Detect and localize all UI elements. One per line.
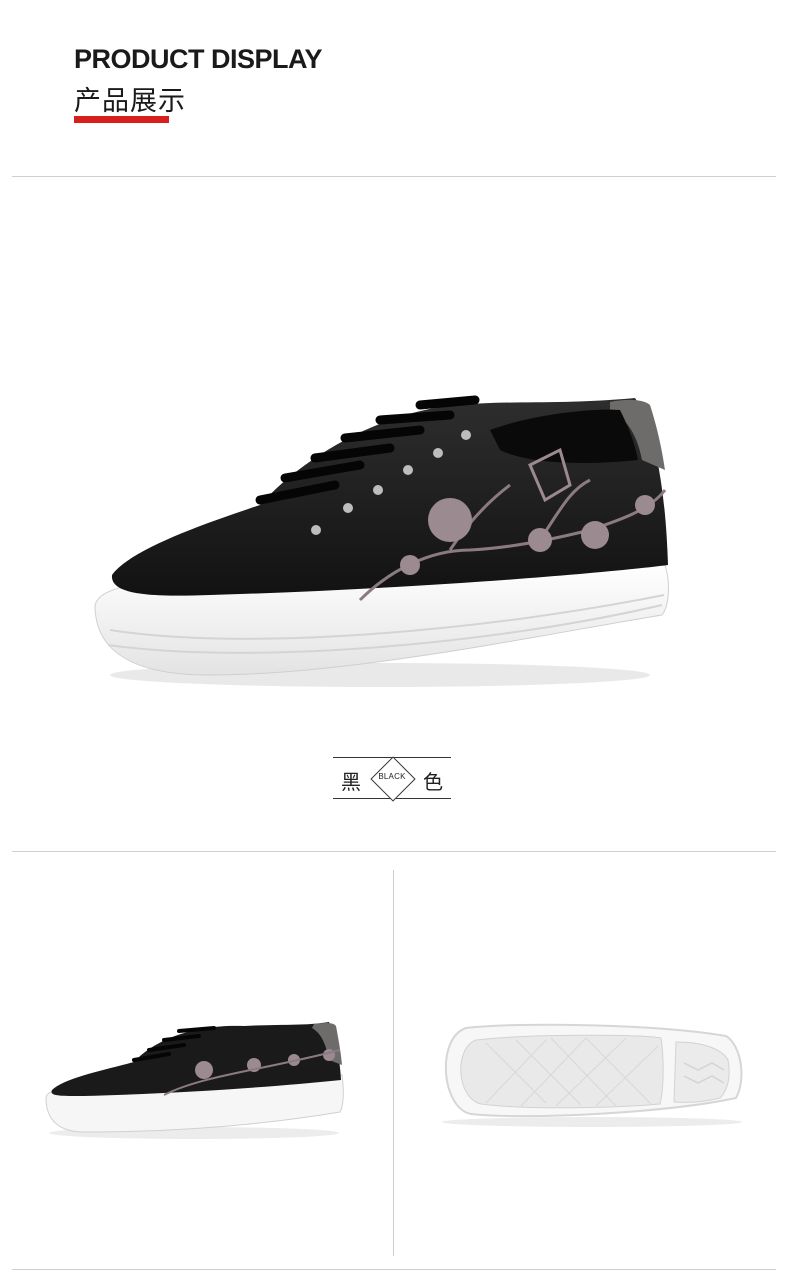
section-title-cn: 产品展示 — [74, 86, 186, 117]
main-product-image — [94, 395, 669, 687]
middle-divider — [12, 851, 776, 852]
color-label: 黑 BLACK 色 — [333, 756, 451, 802]
bottom-vertical-divider — [393, 870, 394, 1256]
title-underline-accent — [74, 116, 169, 123]
color-label-en: BLACK — [378, 772, 406, 781]
side-view-image — [45, 1022, 344, 1139]
color-label-cn-right: 色 — [423, 770, 443, 794]
bottom-divider — [12, 1269, 776, 1270]
color-label-cn-left: 黑 — [341, 770, 361, 794]
section-title-en: PRODUCT DISPLAY — [74, 44, 323, 74]
outsole-view-image — [442, 1023, 743, 1127]
top-divider — [12, 176, 776, 177]
